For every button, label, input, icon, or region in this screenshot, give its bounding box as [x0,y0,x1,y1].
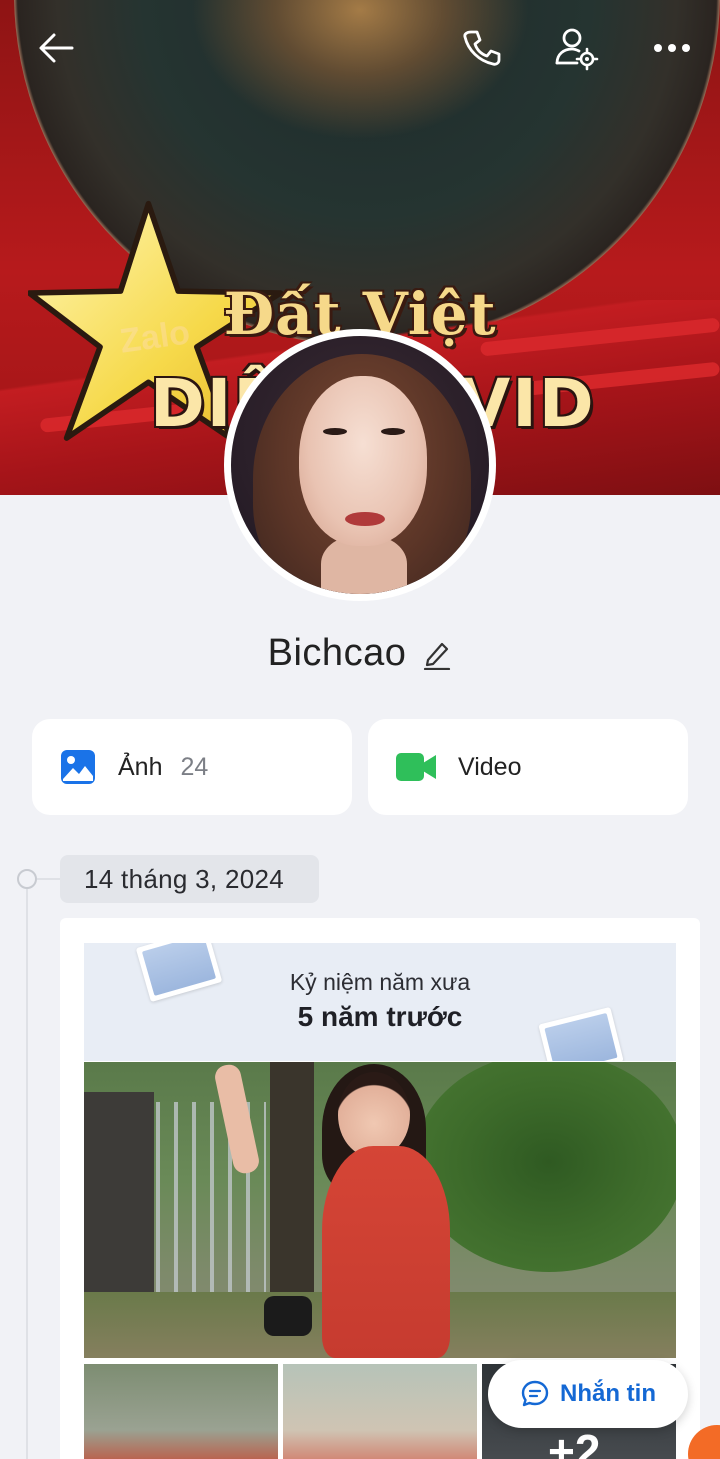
video-button[interactable]: Video [368,719,688,815]
arrow-left-icon [39,33,74,63]
avatar[interactable] [224,329,496,601]
photos-button[interactable]: Ảnh 24 [32,719,352,815]
back-button[interactable] [30,22,82,74]
memory-title: 5 năm trước [297,1001,463,1032]
avatar-photo [231,336,489,594]
memory-main-photo[interactable] [84,1062,676,1358]
timeline-dot [17,869,37,889]
timeline-date: 14 tháng 3, 2024 [60,855,319,903]
photos-label: Ảnh [118,752,163,781]
chat-bubble-icon [521,1380,549,1407]
video-camera-icon [396,753,436,781]
memory-caption: Kỷ niệm năm xưa [289,969,471,995]
message-button[interactable]: Nhắn tin [488,1360,688,1428]
image-icon [61,750,95,784]
memory-banner: Kỷ niệm năm xưa 5 năm trước [84,943,676,1061]
profile-settings-button[interactable] [550,22,602,74]
timeline-line [26,888,28,1459]
profile-name: Bichcao [267,632,407,674]
photos-count: 24 [180,752,209,781]
more-horizontal-icon [654,44,690,52]
call-button[interactable] [455,22,507,74]
message-button-label: Nhắn tin [560,1380,656,1407]
video-label: Video [458,752,522,781]
phone-icon [463,30,501,66]
memory-thumbnail[interactable] [84,1364,278,1459]
memory-thumbnail[interactable] [283,1364,477,1459]
edit-pencil-icon[interactable] [422,638,452,670]
more-photos-count: +2 [548,1425,601,1459]
timeline-connector [37,878,61,880]
user-settings-icon [555,28,599,71]
more-options-button[interactable] [646,22,698,74]
